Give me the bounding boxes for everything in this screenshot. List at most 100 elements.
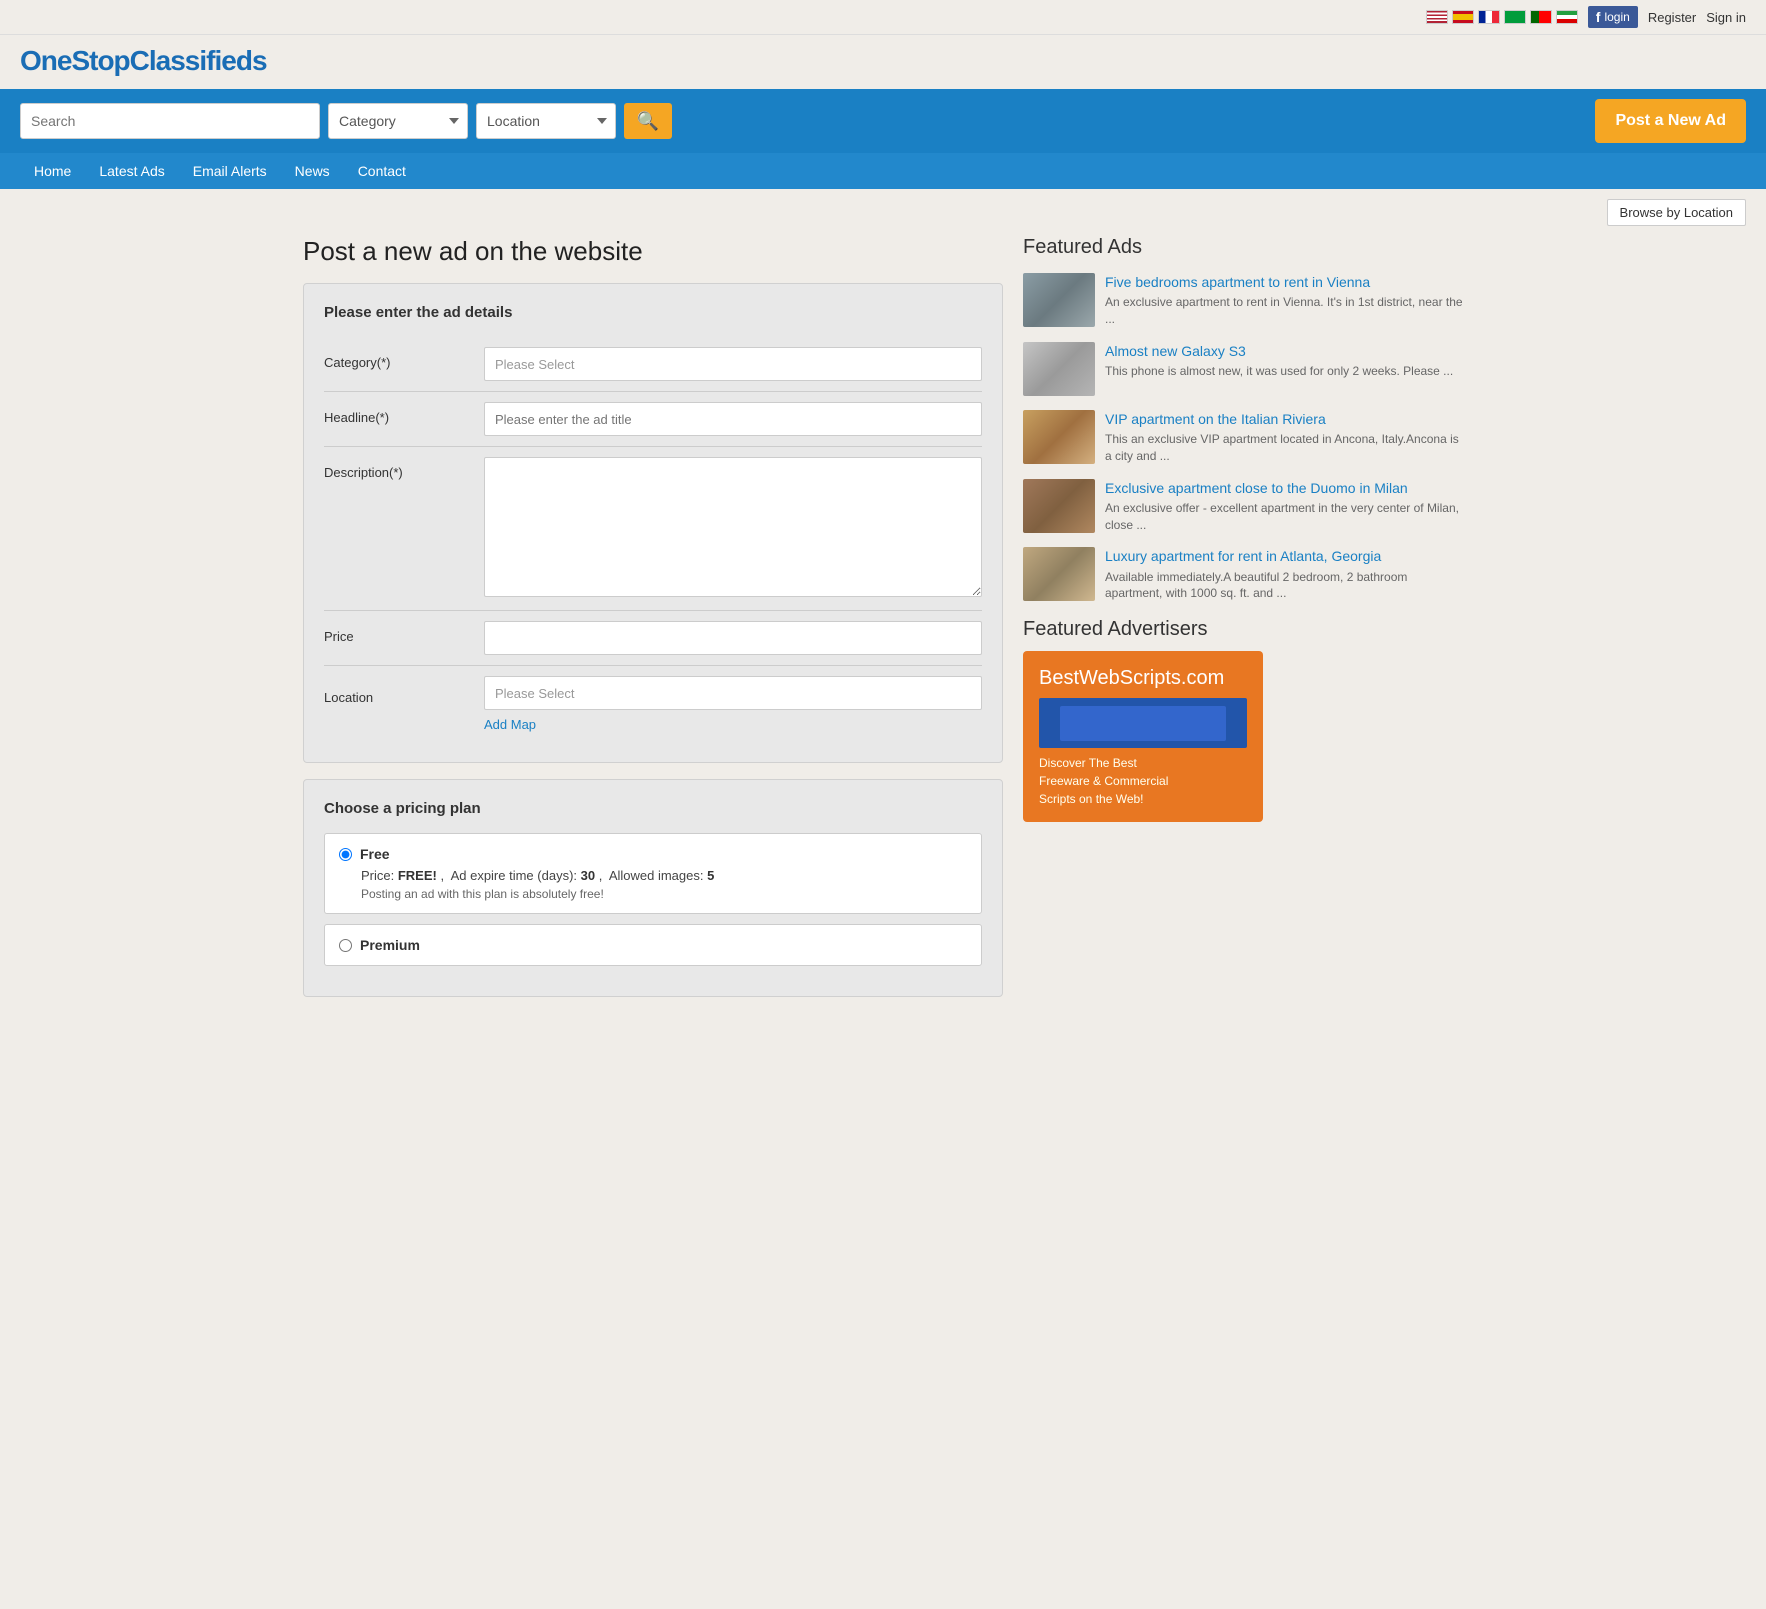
- page-title: Post a new ad on the website: [303, 236, 1003, 267]
- premium-plan-radio[interactable]: [339, 939, 352, 952]
- nav-latest-ads[interactable]: Latest Ads: [85, 153, 178, 189]
- featured-content-3: VIP apartment on the Italian Riviera Thi…: [1105, 410, 1463, 465]
- flag-es[interactable]: [1452, 10, 1474, 24]
- search-button[interactable]: 🔍: [624, 103, 672, 139]
- site-logo[interactable]: OneStopClassifieds: [20, 45, 1746, 77]
- price-input[interactable]: [484, 621, 982, 655]
- free-plan-name: Free: [360, 846, 390, 862]
- form-card-title: Please enter the ad details: [324, 304, 982, 321]
- featured-item-4: Exclusive apartment close to the Duomo i…: [1023, 479, 1463, 534]
- premium-plan-name: Premium: [360, 937, 420, 953]
- featured-thumb-1: [1023, 273, 1095, 327]
- facebook-login-button[interactable]: login: [1588, 6, 1638, 28]
- description-row: Description(*): [324, 447, 982, 611]
- featured-link-4[interactable]: Exclusive apartment close to the Duomo i…: [1105, 480, 1408, 496]
- search-bar: Category Location 🔍 Post a New Ad: [0, 89, 1766, 153]
- header: OneStopClassifieds: [0, 35, 1766, 77]
- search-input[interactable]: [20, 103, 320, 139]
- free-plan-detail: Price: FREE! , Ad expire time (days): 30…: [339, 868, 967, 883]
- category-label: Category(*): [324, 347, 484, 370]
- location-row: Location Please Select Add Map: [324, 666, 982, 742]
- signin-link[interactable]: Sign in: [1706, 10, 1746, 25]
- featured-item-1: Five bedrooms apartment to rent in Vienn…: [1023, 273, 1463, 328]
- free-plan-radio[interactable]: [339, 848, 352, 861]
- advertiser-banner[interactable]: BestWebScripts.com Discover The Best Fre…: [1023, 651, 1263, 822]
- location-label: Location: [324, 682, 484, 705]
- top-bar: login Register Sign in: [0, 0, 1766, 35]
- description-field: [484, 457, 982, 600]
- nav-home[interactable]: Home: [20, 153, 85, 189]
- browse-bar: Browse by Location: [0, 189, 1766, 236]
- location-field: Please Select: [484, 676, 982, 710]
- featured-desc-4: An exclusive offer - excellent apartment…: [1105, 500, 1463, 534]
- banner-screen-inner: [1060, 706, 1226, 741]
- featured-desc-5: Available immediately.A beautiful 2 bedr…: [1105, 569, 1463, 603]
- nav-contact[interactable]: Contact: [344, 153, 420, 189]
- flag-br[interactable]: [1504, 10, 1526, 24]
- headline-input[interactable]: [484, 402, 982, 436]
- pricing-title: Choose a pricing plan: [324, 800, 982, 817]
- premium-plan-header: Premium: [339, 937, 967, 953]
- featured-link-5[interactable]: Luxury apartment for rent in Atlanta, Ge…: [1105, 548, 1381, 564]
- category-form-select[interactable]: Please Select: [484, 347, 982, 381]
- featured-advertisers-title: Featured Advertisers: [1023, 618, 1463, 641]
- flag-ir[interactable]: [1556, 10, 1578, 24]
- main-layout: Post a new ad on the website Please ente…: [283, 236, 1483, 1017]
- banner-title-suffix: .com: [1181, 667, 1224, 689]
- featured-thumb-2: [1023, 342, 1095, 396]
- register-link[interactable]: Register: [1648, 10, 1696, 25]
- language-flags: [1426, 10, 1578, 24]
- featured-item-5: Luxury apartment for rent in Atlanta, Ge…: [1023, 547, 1463, 602]
- post-ad-button[interactable]: Post a New Ad: [1595, 99, 1746, 143]
- featured-content-4: Exclusive apartment close to the Duomo i…: [1105, 479, 1463, 534]
- browse-by-location-button[interactable]: Browse by Location: [1607, 199, 1746, 226]
- featured-desc-2: This phone is almost new, it was used fo…: [1105, 363, 1463, 380]
- headline-row: Headline(*): [324, 392, 982, 447]
- featured-content-1: Five bedrooms apartment to rent in Vienn…: [1105, 273, 1463, 328]
- featured-thumb-3: [1023, 410, 1095, 464]
- flag-fr[interactable]: [1478, 10, 1500, 24]
- flag-pt[interactable]: [1530, 10, 1552, 24]
- category-select[interactable]: Category: [328, 103, 468, 139]
- featured-link-2[interactable]: Almost new Galaxy S3: [1105, 343, 1246, 359]
- banner-title-main: BestWebScripts: [1039, 667, 1181, 689]
- flag-us[interactable]: [1426, 10, 1448, 24]
- banner-line2: Freeware & Commercial: [1039, 774, 1247, 788]
- location-select[interactable]: Location: [476, 103, 616, 139]
- premium-plan-item: Premium: [324, 924, 982, 966]
- left-column: Post a new ad on the website Please ente…: [303, 236, 1003, 997]
- headline-label: Headline(*): [324, 402, 484, 425]
- banner-title: BestWebScripts.com: [1039, 667, 1247, 690]
- featured-item-2: Almost new Galaxy S3 This phone is almos…: [1023, 342, 1463, 396]
- featured-desc-3: This an exclusive VIP apartment located …: [1105, 431, 1463, 465]
- price-row: Price: [324, 611, 982, 666]
- featured-desc-1: An exclusive apartment to rent in Vienna…: [1105, 294, 1463, 328]
- ad-details-card: Please enter the ad details Category(*) …: [303, 283, 1003, 763]
- category-row: Category(*) Please Select: [324, 337, 982, 392]
- price-field: [484, 621, 982, 655]
- featured-thumb-4: [1023, 479, 1095, 533]
- right-column: Featured Ads Five bedrooms apartment to …: [1023, 236, 1463, 997]
- featured-link-3[interactable]: VIP apartment on the Italian Riviera: [1105, 411, 1326, 427]
- banner-line1: Discover The Best: [1039, 756, 1247, 770]
- free-plan-item: Free Price: FREE! , Ad expire time (days…: [324, 833, 982, 914]
- featured-content-2: Almost new Galaxy S3 This phone is almos…: [1105, 342, 1463, 380]
- featured-content-5: Luxury apartment for rent in Atlanta, Ge…: [1105, 547, 1463, 602]
- add-map-link[interactable]: Add Map: [484, 717, 536, 732]
- banner-line3: Scripts on the Web!: [1039, 792, 1247, 806]
- description-label: Description(*): [324, 457, 484, 480]
- description-textarea[interactable]: [484, 457, 982, 597]
- free-plan-header: Free: [339, 846, 967, 862]
- category-field: Please Select: [484, 347, 982, 381]
- nav-email-alerts[interactable]: Email Alerts: [179, 153, 281, 189]
- location-form-select[interactable]: Please Select: [484, 676, 982, 710]
- featured-item-3: VIP apartment on the Italian Riviera Thi…: [1023, 410, 1463, 465]
- featured-link-1[interactable]: Five bedrooms apartment to rent in Vienn…: [1105, 274, 1370, 290]
- free-plan-note: Posting an ad with this plan is absolute…: [339, 887, 967, 901]
- featured-ads-title: Featured Ads: [1023, 236, 1463, 259]
- pricing-card: Choose a pricing plan Free Price: FREE! …: [303, 779, 1003, 997]
- price-label: Price: [324, 621, 484, 644]
- headline-field: [484, 402, 982, 436]
- nav-news[interactable]: News: [281, 153, 344, 189]
- featured-thumb-5: [1023, 547, 1095, 601]
